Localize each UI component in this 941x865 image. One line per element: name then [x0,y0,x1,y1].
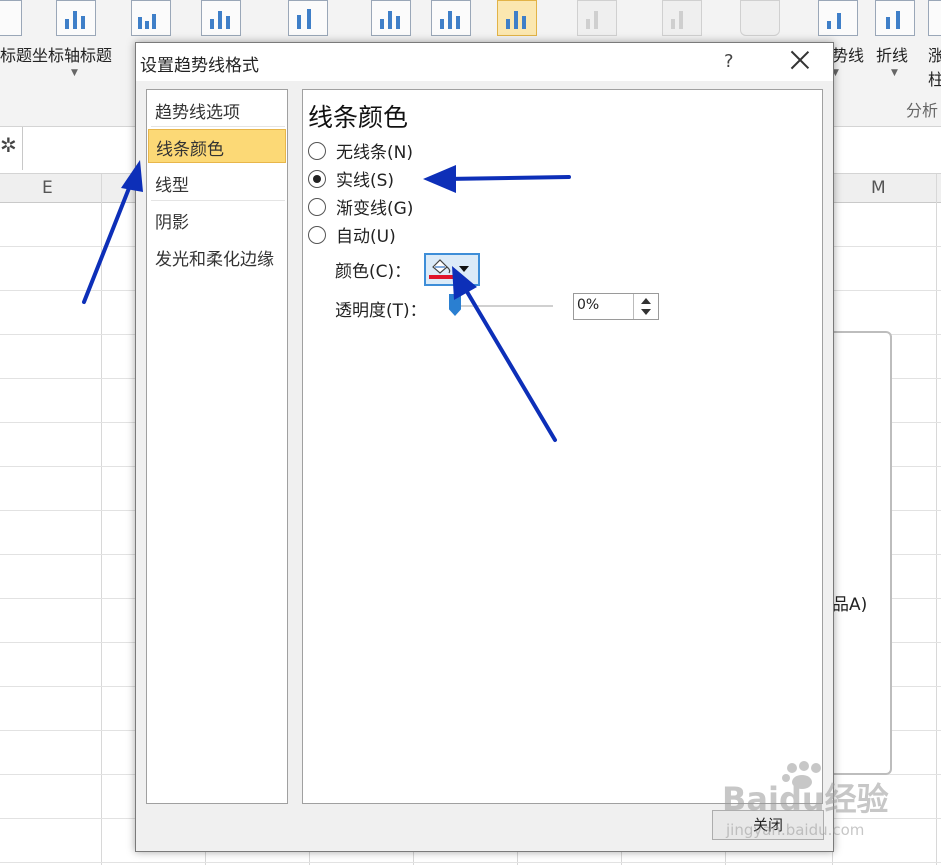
annotation-arrow [461,283,557,442]
watermark-url: jingyan.baidu.com [725,821,864,839]
watermark-brand: Baidu经验 [722,780,889,818]
arrowhead-icon [121,160,143,192]
annotation-overlay [82,160,571,442]
annotation-arrow [443,175,571,181]
arrowhead-icon [452,266,477,300]
baidu-watermark-logo: Baidu经验 jingyan.baidu.com [722,761,889,839]
arrowhead-icon [423,165,456,193]
annotation-arrow [82,176,135,304]
